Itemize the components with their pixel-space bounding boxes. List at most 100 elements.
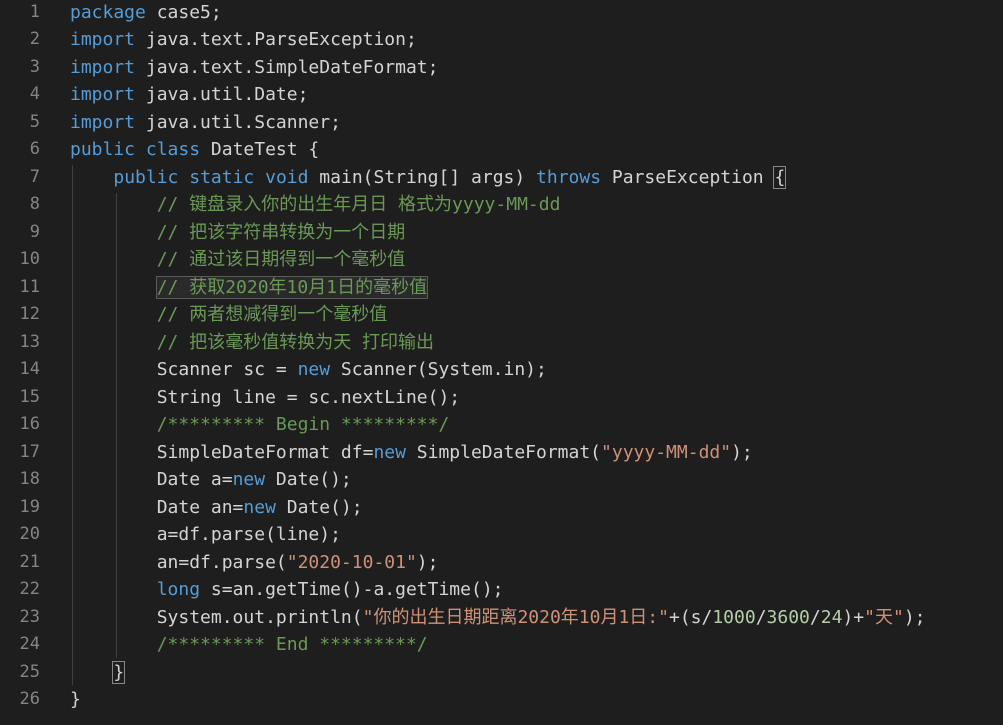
code-token: } (112, 660, 126, 684)
code-text: /********* End *********/ (70, 631, 428, 659)
code-line[interactable]: 10 // 通过该日期得到一个毫秒值 (0, 246, 1003, 274)
line-number: 18 (19, 469, 40, 489)
code-text: /********* Begin *********/ (70, 411, 450, 439)
code-text: long s=an.getTime()-a.getTime(); (70, 576, 504, 604)
code-token: java.text.SimpleDateFormat; (135, 56, 439, 78)
code-text: a=df.parse(line); (70, 521, 341, 549)
code-line[interactable]: 9 // 把该字符串转换为一个日期 (0, 219, 1003, 247)
code-token: Scanner(System.in); (330, 359, 547, 380)
code-keyword: throws (536, 166, 602, 188)
code-text: } (70, 686, 81, 714)
line-number: 5 (29, 111, 40, 132)
code-token: java.text.ParseException; (135, 29, 417, 50)
code-line[interactable]: 15 String line = sc.nextLine(); (0, 384, 1003, 412)
code-token: SimpleDateFormat( (405, 441, 602, 463)
code-text: public static void main(String[] args) t… (70, 164, 787, 192)
line-number: 24 (19, 634, 40, 654)
code-line[interactable]: 1 package case5; (0, 0, 1003, 26)
code-keyword: public (113, 166, 179, 188)
code-token: ); (416, 551, 439, 573)
code-line[interactable]: 18 Date a=new Date(); (0, 466, 1003, 494)
code-text: import java.util.Scanner; (70, 109, 341, 137)
code-token: 3600 (766, 606, 810, 628)
code-text: Date an=new Date(); (70, 494, 363, 522)
line-number: 8 (29, 194, 40, 214)
line-number: 19 (19, 496, 40, 517)
code-text: import java.util.Date; (70, 81, 308, 109)
code-text: // 把该毫秒值转换为天 打印输出 (70, 329, 434, 357)
code-line[interactable]: 14 Scanner sc = new Scanner(System.in); (0, 356, 1003, 384)
line-number: 22 (19, 579, 40, 599)
code-line[interactable]: 24 /********* End *********/ (0, 631, 1003, 659)
code-line[interactable]: 20 a=df.parse(line); (0, 521, 1003, 549)
code-keyword: new (243, 496, 276, 518)
code-line[interactable]: 21 an=df.parse("2020-10-01"); (0, 549, 1003, 577)
code-comment: /********* Begin *********/ (70, 414, 450, 435)
code-token: )+ (842, 606, 865, 628)
code-line[interactable]: 25 } (0, 659, 1003, 687)
code-token: SimpleDateFormat df= (70, 441, 374, 463)
code-line[interactable]: 13 // 把该毫秒值转换为天 打印输出 (0, 329, 1003, 357)
code-line[interactable]: 12 // 两者想减得到一个毫秒值 (0, 301, 1003, 329)
code-token: a=df.parse(line); (70, 524, 341, 545)
code-line[interactable]: 5 import java.util.Scanner; (0, 109, 1003, 137)
code-text: // 获取2020年10月1日的毫秒值 (70, 274, 429, 302)
code-comment: // 获取2020年10月1日的毫秒值 (155, 275, 429, 299)
code-line[interactable]: 23 System.out.println("你的出生日期距离2020年10月1… (0, 604, 1003, 632)
code-token: Date an= (70, 496, 244, 518)
code-keyword: import (70, 29, 136, 50)
code-token: 1000 (712, 606, 756, 628)
code-keyword: new (373, 441, 406, 463)
code-string: "天" (864, 606, 904, 628)
line-number: 7 (29, 166, 40, 187)
code-keyword: static (189, 166, 255, 188)
line-number: 15 (19, 386, 40, 407)
code-line[interactable]: 2 import java.text.ParseException; (0, 26, 1003, 54)
code-keyword: class (145, 139, 201, 160)
code-comment: // 通过该日期得到一个毫秒值 (70, 249, 406, 270)
code-line[interactable]: 3 import java.text.SimpleDateFormat; (0, 54, 1003, 82)
code-keyword: new (297, 359, 331, 380)
code-editor[interactable]: 1 package case5; 2 import java.text.ParseEx… (0, 0, 1003, 725)
line-number: 4 (29, 84, 40, 104)
code-line[interactable]: 17 SimpleDateFormat df=new SimpleDateFor… (0, 439, 1003, 467)
line-number: 23 (19, 606, 40, 627)
code-token: / (809, 606, 821, 628)
code-text: import java.text.SimpleDateFormat; (70, 54, 438, 82)
code-text: Date a=new Date(); (70, 466, 352, 494)
code-line[interactable]: 6 public class DateTest { (0, 136, 1003, 164)
code-token: main(String[] args) (308, 166, 537, 188)
code-line[interactable]: 8 // 键盘录入你的出生年月日 格式为yyyy-MM-dd (0, 191, 1003, 219)
code-token: Date(); (265, 469, 352, 490)
line-number: 10 (19, 249, 40, 269)
code-token: an=df.parse( (70, 551, 287, 573)
code-string: "yyyy-MM-dd" (601, 441, 732, 463)
code-keyword: public (70, 139, 136, 160)
line-number: 13 (19, 331, 40, 352)
code-token: case5; (145, 1, 222, 23)
code-line[interactable]: 19 Date an=new Date(); (0, 494, 1003, 522)
code-line[interactable]: 11 // 获取2020年10月1日的毫秒值 (0, 274, 1003, 302)
code-token: System.out.println( (70, 606, 363, 628)
code-token: Date a= (70, 469, 233, 490)
code-text: public class DateTest { (70, 136, 319, 164)
code-line[interactable]: 4 import java.util.Date; (0, 81, 1003, 109)
code-comment: // 键盘录入你的出生年月日 格式为yyyy-MM-dd (70, 194, 561, 215)
line-number: 9 (29, 221, 40, 242)
code-token: String line = sc.nextLine(); (70, 386, 461, 408)
code-line[interactable]: 22 long s=an.getTime()-a.getTime(); (0, 576, 1003, 604)
code-token: } (70, 689, 81, 710)
code-text: import java.text.ParseException; (70, 26, 417, 54)
code-line[interactable]: 16 /********* Begin *********/ (0, 411, 1003, 439)
code-keyword: import (70, 56, 136, 78)
code-line[interactable]: 7 public static void main(String[] args)… (0, 164, 1003, 192)
code-token: java.util.Scanner; (135, 111, 341, 133)
code-keyword: import (70, 84, 136, 105)
code-line[interactable]: 26} (0, 686, 1003, 714)
code-token: ParseException (601, 166, 775, 188)
line-number: 12 (19, 304, 40, 324)
code-text: String line = sc.nextLine(); (70, 384, 460, 412)
